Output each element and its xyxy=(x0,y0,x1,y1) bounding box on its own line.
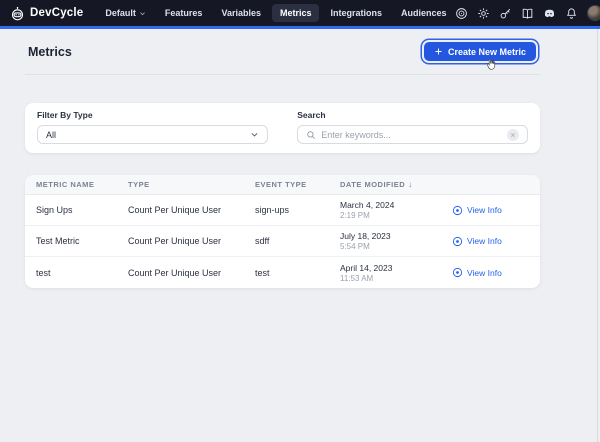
target-icon[interactable] xyxy=(455,7,468,20)
column-header-event-type[interactable]: EVENT TYPE xyxy=(255,180,340,189)
top-navbar: DevCycle Default Features Variables Metr… xyxy=(0,0,600,26)
nav-item-metrics[interactable]: Metrics xyxy=(272,4,320,22)
filter-by-type-block: Filter By Type All xyxy=(37,110,268,144)
window-edge-divider xyxy=(597,29,598,442)
nav-item-label: Audiences xyxy=(401,8,447,18)
column-header-date-modified[interactable]: DATE MODIFIED ↓ xyxy=(340,180,452,189)
eye-icon xyxy=(452,205,463,216)
brand-name: DevCycle xyxy=(30,7,83,19)
type-cell: Count Per Unique User xyxy=(128,236,255,246)
event-type-cell: test xyxy=(255,268,340,278)
page-title: Metrics xyxy=(25,45,72,59)
search-block: Search xyxy=(297,110,528,144)
type-cell: Count Per Unique User xyxy=(128,205,255,215)
filter-by-type-label: Filter By Type xyxy=(37,110,268,120)
nav-item-label: Variables xyxy=(221,8,261,18)
type-filter-select[interactable]: All xyxy=(37,125,268,144)
bell-icon[interactable] xyxy=(565,7,578,20)
key-icon[interactable] xyxy=(499,7,512,20)
search-icon xyxy=(306,130,316,140)
search-box xyxy=(297,125,528,144)
metric-name-cell: Sign Ups xyxy=(36,205,128,215)
eye-icon xyxy=(452,236,463,247)
view-info-link[interactable]: View Info xyxy=(452,267,502,278)
type-cell: Count Per Unique User xyxy=(128,268,255,278)
nav-item-audiences[interactable]: Audiences xyxy=(393,4,455,22)
metric-name-cell: Test Metric xyxy=(36,236,128,246)
event-type-cell: sdff xyxy=(255,236,340,246)
table-row: test Count Per Unique User test April 14… xyxy=(25,257,540,288)
table-row: Test Metric Count Per Unique User sdff J… xyxy=(25,226,540,257)
create-new-metric-button[interactable]: Create New Metric xyxy=(424,42,536,61)
view-info-link[interactable]: View Info xyxy=(452,236,502,247)
close-icon xyxy=(510,132,516,138)
clear-search-button[interactable] xyxy=(507,129,519,141)
date-modified-cell: March 4, 2024 2:19 PM xyxy=(340,200,452,220)
table-header-row: METRIC NAME TYPE EVENT TYPE DATE MODIFIE… xyxy=(25,175,540,195)
nav-item-features[interactable]: Features xyxy=(157,4,211,22)
chevron-down-icon xyxy=(250,130,259,139)
metric-name-cell: test xyxy=(36,268,128,278)
view-info-link[interactable]: View Info xyxy=(452,205,502,216)
column-header-metric-name[interactable]: METRIC NAME xyxy=(36,180,128,189)
gear-icon[interactable] xyxy=(477,7,490,20)
date-modified-cell: July 18, 2023 5:54 PM xyxy=(340,231,452,251)
metrics-table: METRIC NAME TYPE EVENT TYPE DATE MODIFIE… xyxy=(25,175,540,288)
plus-icon xyxy=(434,47,443,56)
nav-item-label: Features xyxy=(165,8,203,18)
discord-icon[interactable] xyxy=(543,7,556,20)
sort-desc-icon: ↓ xyxy=(408,180,413,189)
eye-icon xyxy=(452,267,463,278)
nav-menu: Default Features Variables Metrics Integ… xyxy=(97,4,454,22)
type-filter-value: All xyxy=(46,130,56,140)
search-input[interactable] xyxy=(321,130,502,140)
nav-item-default[interactable]: Default xyxy=(97,4,154,22)
book-icon[interactable] xyxy=(521,7,534,20)
create-button-label: Create New Metric xyxy=(448,47,526,57)
event-type-cell: sign-ups xyxy=(255,205,340,215)
nav-item-variables[interactable]: Variables xyxy=(213,4,269,22)
nav-actions xyxy=(455,5,600,21)
devcycle-logo[interactable]: DevCycle xyxy=(10,6,83,21)
search-label: Search xyxy=(297,110,528,120)
nav-item-label: Integrations xyxy=(330,8,382,18)
page-header: Metrics Create New Metric xyxy=(25,29,540,75)
nav-item-label: Default xyxy=(105,8,136,18)
user-avatar[interactable] xyxy=(587,5,600,21)
nav-item-label: Metrics xyxy=(280,8,312,18)
chevron-down-icon xyxy=(139,10,146,17)
nav-item-integrations[interactable]: Integrations xyxy=(322,4,390,22)
column-header-type[interactable]: TYPE xyxy=(128,180,255,189)
content-area: Metrics Create New Metric Filter By Type… xyxy=(25,29,540,288)
robot-logo-icon xyxy=(10,6,25,21)
filter-bar: Filter By Type All Search xyxy=(25,103,540,153)
date-modified-cell: April 14, 2023 11:53 AM xyxy=(340,263,452,283)
table-row: Sign Ups Count Per Unique User sign-ups … xyxy=(25,195,540,226)
